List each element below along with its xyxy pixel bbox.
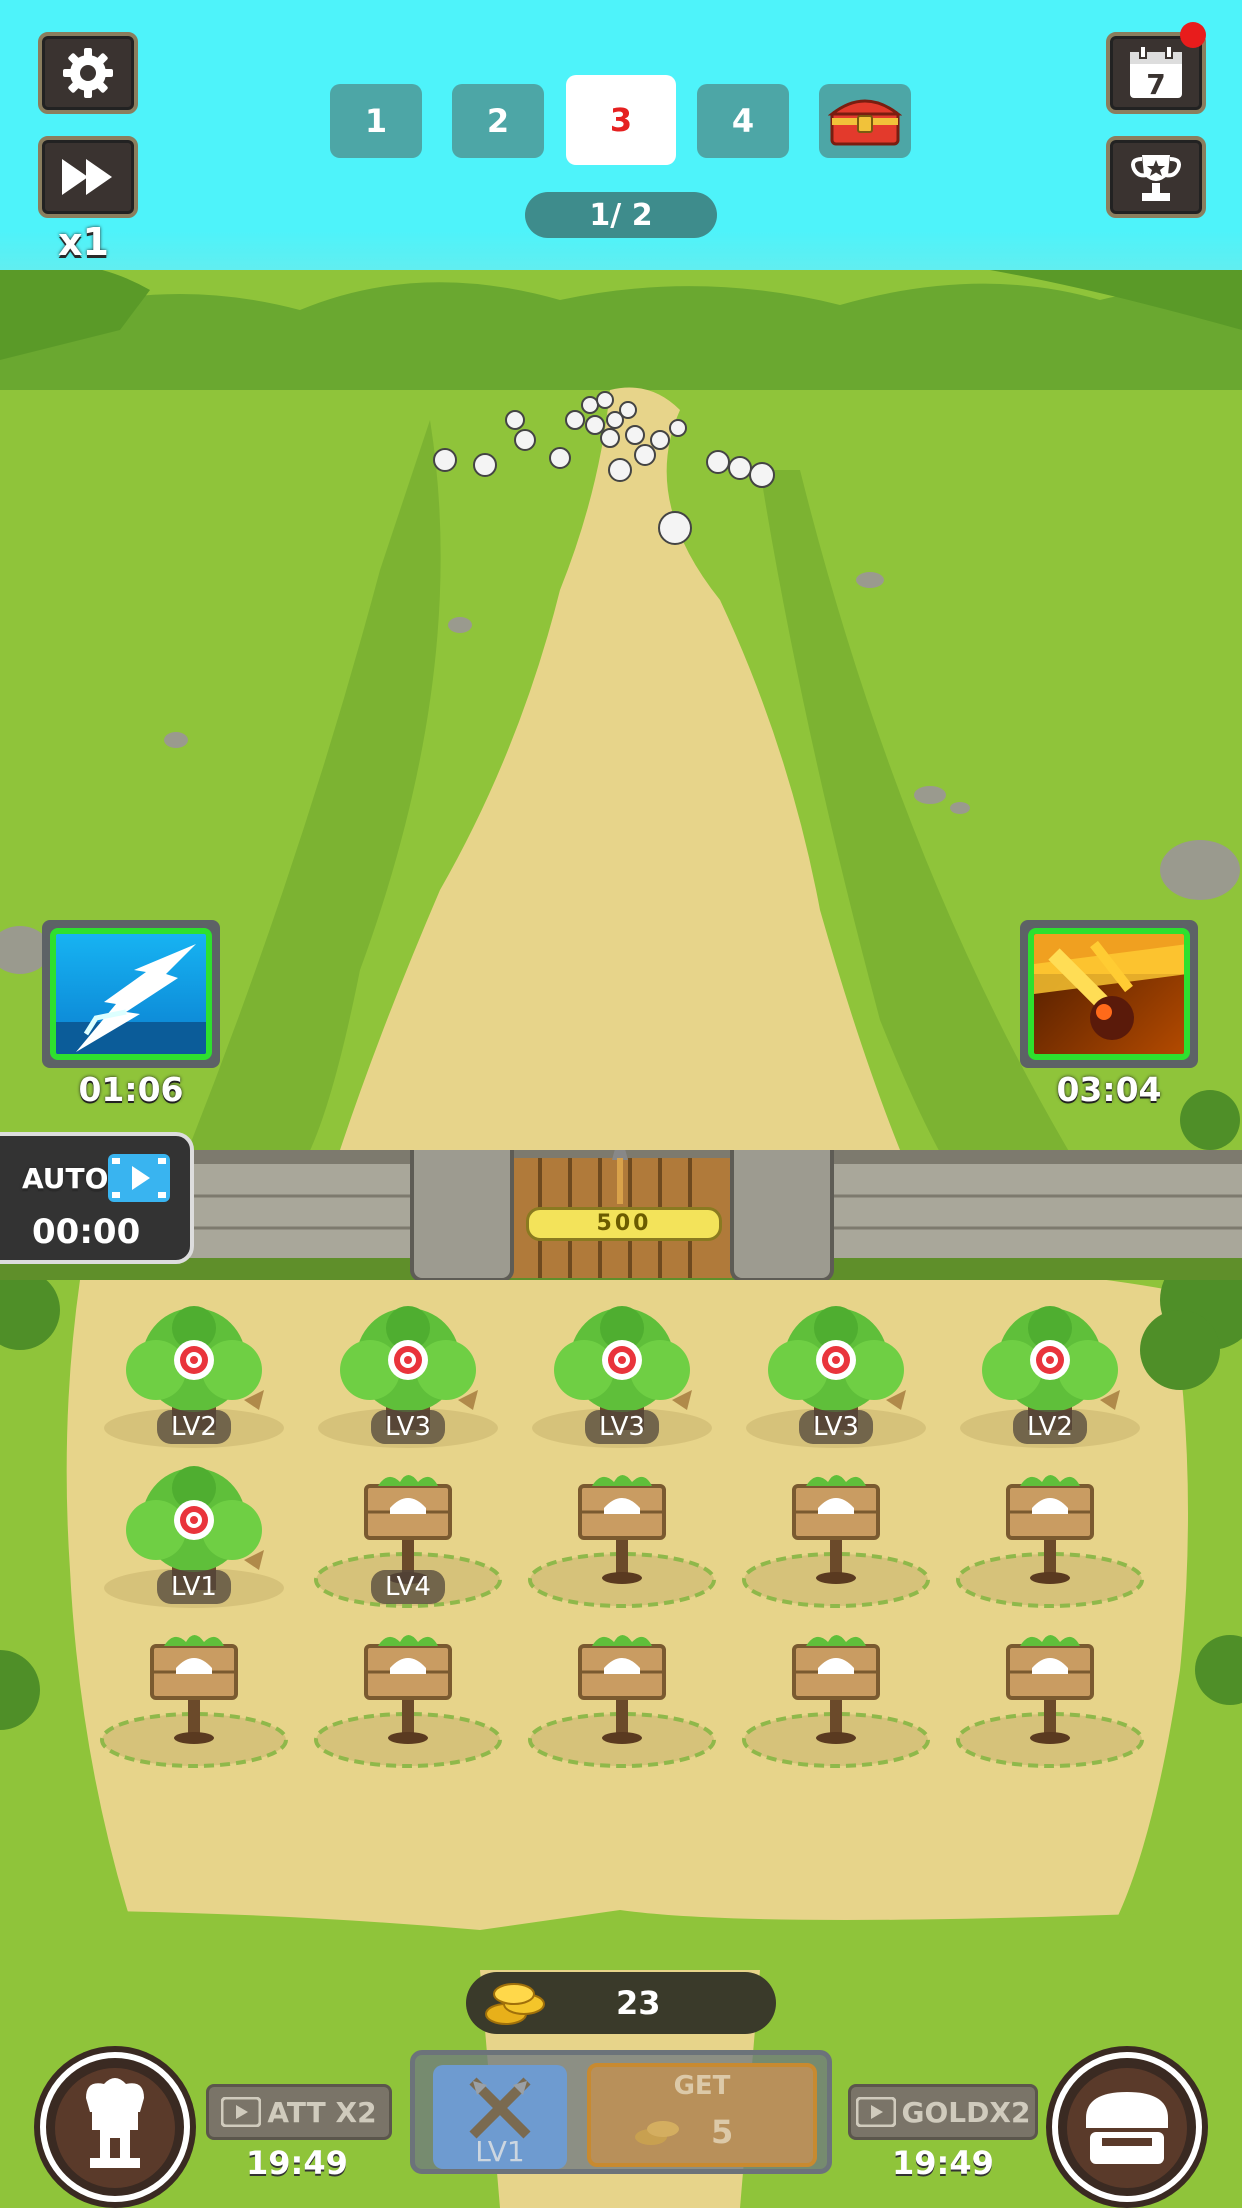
archer-tower-slot[interactable]: LV3 [736, 1300, 936, 1450]
empty-plot-sign-icon [314, 1635, 502, 1768]
gate-health-bar: 500 [526, 1207, 722, 1241]
achievements-button[interactable] [1106, 136, 1206, 218]
empty-tower-slot[interactable] [522, 1620, 722, 1770]
video-ad-icon [855, 2097, 896, 2127]
treasure-chest-icon [828, 99, 902, 146]
empty-tower-slot[interactable] [950, 1460, 1150, 1610]
empty-tower-slot[interactable] [522, 1460, 722, 1610]
attack-boost-label: ATT X2 [267, 2095, 377, 2129]
meteor-skill-button[interactable] [1020, 920, 1198, 1068]
lightning-cooldown-timer: 01:06 [78, 1070, 184, 1109]
tower-level-label: LV4 [371, 1570, 445, 1604]
tower-level-label: LV3 [799, 1410, 873, 1444]
auto-label: AUTO [22, 1162, 109, 1195]
tower-level-label: LV2 [157, 1410, 231, 1444]
video-ad-icon [221, 2097, 262, 2127]
archer-tower-slot[interactable]: LV2 [94, 1300, 294, 1450]
gold-boost-ad-button[interactable]: GOLDX2 [848, 2084, 1038, 2140]
gold-coins-icon [635, 2121, 679, 2145]
tower-upgrade-level: LV1 [475, 2135, 525, 2168]
empty-plot-sign-icon [742, 1635, 930, 1768]
wave-progress-indicator: 1/ 2 [525, 192, 717, 238]
empty-tower-slot[interactable] [308, 1620, 508, 1770]
gold-boost-timer: 19:49 [892, 2144, 994, 2182]
archer-tower-slot[interactable]: LV1 [94, 1460, 294, 1610]
tower-level-label: LV2 [1013, 1410, 1087, 1444]
archer-tower-slot[interactable]: LV2 [950, 1300, 1150, 1450]
attack-boost-timer: 19:49 [246, 2144, 348, 2182]
meteor-icon [1034, 934, 1184, 1040]
get-label: GET [673, 2071, 731, 2101]
wave-reward-chest[interactable] [819, 84, 911, 158]
coin-counter: 23 [466, 1972, 776, 2034]
calendar-icon: 7 [1130, 45, 1182, 101]
wave-tab-1[interactable]: 1 [330, 84, 422, 158]
speed-multiplier: x1 [58, 220, 109, 264]
wave-tab-4[interactable]: 4 [697, 84, 789, 158]
calendar-day: 7 [1146, 68, 1165, 101]
hero-button[interactable] [40, 2052, 190, 2202]
empty-tower-slot[interactable] [950, 1620, 1150, 1770]
meteor-cooldown-timer: 03:04 [1056, 1070, 1162, 1109]
gold-coins-icon [485, 1983, 545, 2025]
auto-timer: 00:00 [32, 1212, 141, 1252]
empty-plot-sign-icon [528, 1475, 716, 1608]
wave-tab-2[interactable]: 2 [452, 84, 544, 158]
gold-boost-label: GOLDX2 [901, 2095, 1031, 2129]
empty-plot-sign-icon [742, 1475, 930, 1608]
auto-skill-toggle[interactable]: AUTO 00:00 [0, 1132, 194, 1264]
tower-level-label: LV3 [585, 1410, 659, 1444]
empty-plot-sign-icon [528, 1635, 716, 1768]
trophy-icon [1131, 155, 1181, 201]
lightning-skill-button[interactable] [42, 920, 220, 1068]
tower-level-label: LV3 [371, 1410, 445, 1444]
empty-plot-sign-icon [956, 1635, 1144, 1768]
fast-forward-icon [62, 159, 112, 195]
empty-plot-sign-icon [956, 1475, 1144, 1608]
lightning-icon [56, 944, 206, 1054]
game-speed-button[interactable] [38, 136, 138, 218]
shop-button[interactable] [1052, 2052, 1202, 2202]
shop-icon [1067, 2068, 1187, 2188]
upgrade-panel: LV1 GET 5 [410, 2050, 832, 2174]
coin-amount: 23 [616, 1984, 661, 2022]
settings-button[interactable] [38, 32, 138, 114]
gear-icon [63, 48, 113, 98]
chef-hero-icon [55, 2068, 175, 2188]
archer-tower-slot[interactable]: LV3 [522, 1300, 722, 1450]
tower-level-label: LV1 [157, 1570, 231, 1604]
video-ad-icon [108, 1154, 170, 1202]
get-coins-button[interactable]: GET 5 [587, 2063, 817, 2167]
empty-tower-slot[interactable] [94, 1620, 294, 1770]
empty-tower-slot[interactable] [736, 1460, 936, 1610]
empty-plot-sign-icon [100, 1635, 288, 1768]
attack-boost-ad-button[interactable]: ATT X2 [206, 2084, 392, 2140]
empty-tower-slot[interactable]: LV4 [308, 1460, 508, 1610]
wave-tab-3[interactable]: 3 [566, 75, 676, 165]
notification-dot [1180, 22, 1206, 48]
crossed-swords-icon [469, 2077, 531, 2139]
tower-upgrade-button[interactable]: LV1 [433, 2065, 567, 2169]
empty-tower-slot[interactable] [736, 1620, 936, 1770]
get-amount: 5 [711, 2113, 734, 2151]
skeleton-horde [433, 391, 775, 545]
archer-tower-slot[interactable]: LV3 [308, 1300, 508, 1450]
